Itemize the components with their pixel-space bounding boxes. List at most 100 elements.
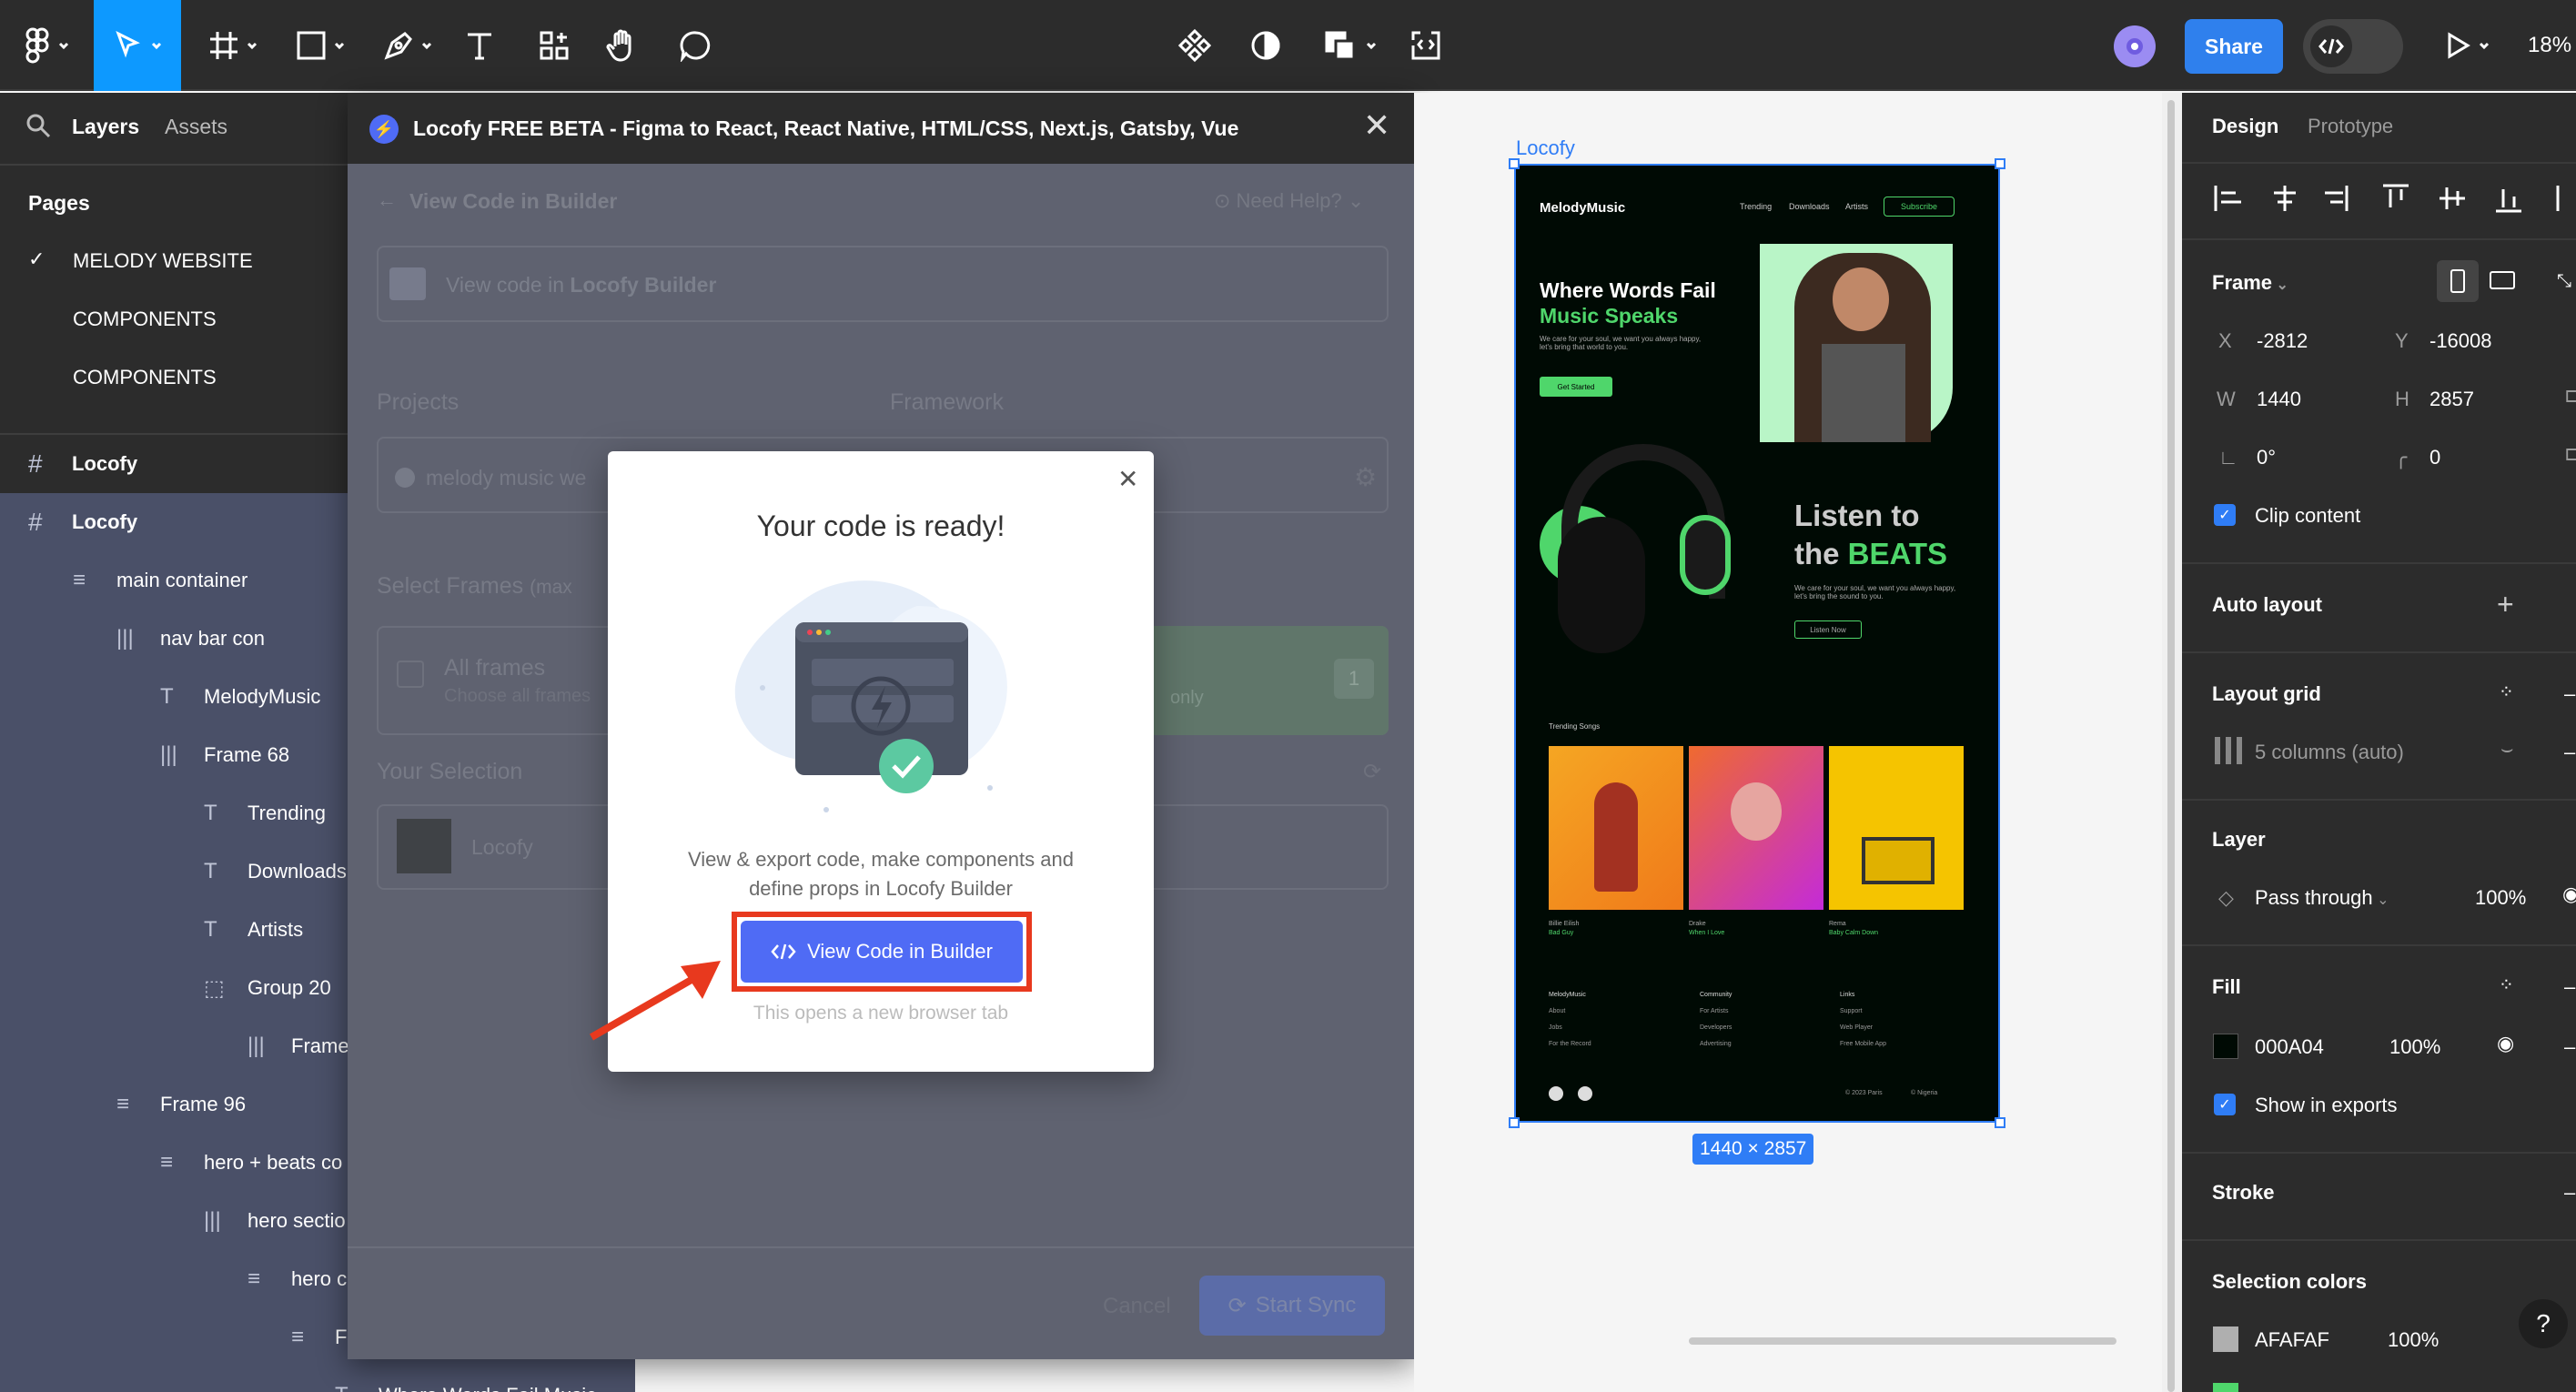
tab-layers[interactable]: Layers — [72, 115, 139, 139]
search-icon[interactable] — [25, 113, 51, 138]
layer-row[interactable]: ||| hero sectio — [0, 1192, 348, 1250]
frame-label[interactable]: Locofy — [1516, 136, 1575, 160]
h-input[interactable]: 2857 — [2430, 388, 2474, 411]
help-button[interactable]: ? — [2519, 1299, 2568, 1348]
clip-content-checkbox[interactable]: ✓ — [2214, 504, 2236, 526]
boolean-button[interactable] — [1318, 0, 1383, 91]
mask-button[interactable] — [1243, 0, 1288, 91]
right-panel: Design Prototype Frame ⌄ ⤡ X -2812 Y -16… — [2182, 93, 2576, 1392]
close-icon[interactable]: ✕ — [1363, 109, 1390, 142]
resources-button[interactable] — [531, 0, 577, 91]
view-code-in-builder-button[interactable]: View Code in Builder — [741, 921, 1023, 983]
columns-grid-icon[interactable] — [2213, 737, 2244, 764]
start-sync-button[interactable]: ⟳ Start Sync — [1199, 1276, 1385, 1336]
all-frames-checkbox[interactable] — [397, 661, 424, 688]
gear-icon[interactable]: ⚙ — [1354, 462, 1377, 492]
independent-corners-icon[interactable]: ⊏ — [2564, 442, 2576, 466]
blend-mode-select[interactable]: Pass through ⌄ — [2255, 886, 2389, 910]
corner-radius-input[interactable]: 0 — [2430, 446, 2440, 469]
frame-tool-button[interactable] — [197, 0, 269, 91]
w-label: W — [2217, 388, 2236, 410]
y-input[interactable]: -16008 — [2430, 329, 2492, 353]
page-item-melody[interactable]: MELODY WEBSITE — [73, 249, 253, 273]
constrain-proportions-icon[interactable]: ⊏ — [2564, 384, 2576, 408]
check-icon: ✓ — [28, 247, 45, 270]
share-button[interactable]: Share — [2185, 19, 2283, 74]
cancel-button[interactable]: Cancel — [1103, 1294, 1171, 1319]
components-button[interactable] — [1172, 0, 1217, 91]
modal-close-icon[interactable]: ✕ — [1117, 464, 1138, 494]
w-input[interactable]: 1440 — [2257, 388, 2301, 411]
preview-footer-col1-item2: Jobs — [1549, 1024, 1562, 1031]
main-menu-button[interactable] — [13, 0, 80, 91]
layer-row[interactable]: T Downloads — [0, 842, 348, 901]
resize-icon[interactable]: ⤡ — [2557, 271, 2571, 292]
resize-handle[interactable] — [1509, 1117, 1520, 1128]
remove-fill-item-icon[interactable]: – — [2564, 1035, 2575, 1059]
layer-row[interactable]: ||| Frame — [0, 1017, 348, 1075]
fill-title: Fill — [2212, 975, 2241, 998]
add-auto-layout-icon[interactable]: + — [2497, 588, 2514, 621]
selection-color-swatch[interactable] — [2213, 1326, 2238, 1352]
layer-row[interactable]: ≡ hero + beats co — [0, 1134, 348, 1192]
present-button[interactable] — [2435, 0, 2499, 91]
vertical-scrollbar[interactable] — [2167, 100, 2175, 1392]
selection-color-hex[interactable]: AFAFAF — [2255, 1328, 2329, 1352]
remove-grid-item-icon[interactable]: – — [2564, 741, 2575, 764]
fill-swatch[interactable] — [2213, 1034, 2238, 1059]
grid-value[interactable]: 5 columns (auto) — [2255, 741, 2404, 764]
fill-opacity-input[interactable]: 100% — [2389, 1035, 2440, 1059]
need-help-link[interactable]: ⊙ Need Help? ⌄ — [1214, 189, 1364, 213]
layer-row[interactable]: ≡ hero c — [0, 1250, 348, 1308]
eye-icon[interactable]: ◉ — [2497, 1032, 2514, 1055]
frame-section-title[interactable]: Frame ⌄ — [2212, 271, 2288, 295]
fill-styles-icon[interactable]: ⁘ — [2499, 973, 2514, 996]
tab-prototype[interactable]: Prototype — [2308, 115, 2393, 138]
grid-styles-icon[interactable]: ⁘ — [2499, 681, 2514, 703]
horizontal-scrollbar[interactable] — [1689, 1337, 2116, 1345]
avatar[interactable] — [2114, 25, 2156, 67]
layer-row[interactable]: ⬚ Group 20 — [0, 959, 348, 1017]
hide-grid-icon[interactable]: ⌣ — [2500, 737, 2513, 761]
layer-row[interactable]: T Trending — [0, 784, 348, 842]
view-code-option[interactable]: View code in Locofy Builder — [377, 246, 1389, 322]
divider — [0, 164, 348, 166]
pen-tool-button[interactable] — [371, 0, 444, 91]
stroke-action-icon[interactable]: – — [2564, 1181, 2575, 1205]
resize-handle[interactable] — [1509, 158, 1520, 169]
text-tool-button[interactable] — [457, 0, 502, 91]
comment-tool-button[interactable] — [673, 0, 719, 91]
x-input[interactable]: -2812 — [2257, 329, 2308, 353]
selection-color-opacity[interactable]: 100% — [2388, 1328, 2439, 1352]
visibility-icon[interactable]: ◉ — [2562, 883, 2576, 906]
layer-row[interactable]: ≡ F — [0, 1308, 348, 1367]
layer-row[interactable]: T Where Words Fail Music — [0, 1367, 635, 1392]
tab-design[interactable]: Design — [2212, 115, 2278, 138]
resize-handle[interactable] — [1995, 158, 2005, 169]
remove-fill-icon[interactable]: – — [2564, 975, 2575, 999]
rotation-input[interactable]: 0° — [2257, 446, 2276, 469]
move-tool-button[interactable] — [94, 0, 181, 91]
resize-handle[interactable] — [1995, 1117, 2005, 1128]
show-in-exports-checkbox[interactable]: ✓ — [2214, 1094, 2236, 1115]
back-arrow-icon[interactable]: ← — [377, 188, 397, 212]
layer-opacity-input[interactable]: 100% — [2475, 886, 2526, 910]
page-item-components-2[interactable]: COMPONENTS — [73, 366, 217, 389]
layer-row[interactable]: # Locofy — [0, 435, 348, 493]
portrait-toggle[interactable] — [2437, 260, 2479, 302]
page-item-components[interactable]: COMPONENTS — [73, 308, 217, 331]
tab-assets[interactable]: Assets — [165, 115, 227, 139]
layer-row[interactable]: T Artists — [0, 901, 348, 959]
dev-mode-toggle[interactable] — [2303, 19, 2403, 74]
zoom-level[interactable]: 18% — [2528, 33, 2571, 58]
dev-handoff-button[interactable] — [1401, 0, 1450, 91]
design-frame[interactable]: MelodyMusic Trending Downloads Artists S… — [1514, 164, 2000, 1123]
hand-tool-button[interactable] — [601, 0, 646, 91]
refresh-icon[interactable]: ⟳ — [1363, 759, 1381, 785]
selection-color-swatch-2[interactable] — [2213, 1383, 2238, 1392]
landscape-icon[interactable] — [2490, 271, 2515, 289]
shape-tool-button[interactable] — [284, 0, 357, 91]
canvas[interactable]: Locofy MelodyMusic Trending Downloads Ar… — [1414, 93, 2162, 1392]
fill-hex-input[interactable]: 000A04 — [2255, 1035, 2324, 1059]
remove-grid-icon[interactable]: – — [2564, 682, 2575, 706]
